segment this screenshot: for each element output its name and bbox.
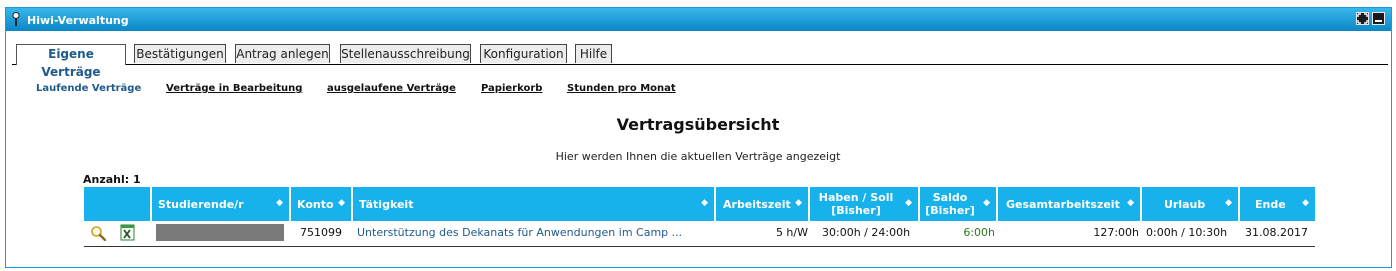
tab-bar: Eigene Verträge Bestätigungen Antrag anl… [12,44,1388,79]
subnav-stunden-pro-monat[interactable]: Stunden pro Monat [567,83,676,94]
column-header-konto[interactable]: Konto ◆ [291,187,351,221]
window-titlebar: Hiwi-Verwaltung [6,8,1391,31]
excel-export-icon[interactable] [120,224,136,245]
sort-icon: ◆ [276,198,283,208]
page-title: Vertragsübersicht [616,115,780,134]
sort-icon: ◆ [905,198,912,208]
cell-urlaub: 0:00h / 10:30h [1146,226,1228,239]
sort-icon: ◆ [983,198,990,208]
cell-haben-soll: 30:00h / 24:00h [822,226,911,239]
minimize-icon[interactable] [1372,12,1385,25]
column-header-taetigkeit[interactable]: Tätigkeit ◆ [353,187,714,221]
column-header-gesamtarbeitszeit[interactable]: Gesamtarbeitszeit ◆ [998,187,1140,221]
cell-saldo: 6:00h [963,226,995,239]
cell-arbeitszeit: 5 h/W [775,226,808,239]
subnav-papierkorb[interactable]: Papierkorb [481,83,542,94]
cell-konto: 751099 [300,226,342,239]
subnav-laufende-vertraege[interactable]: Laufende Verträge [36,83,141,94]
column-header-urlaub[interactable]: Urlaub ◆ [1142,187,1238,221]
subnav-ausgelaufene-vertraege[interactable]: ausgelaufene Verträge [327,83,456,94]
sort-icon: ◆ [338,198,345,208]
column-header-haben-soll[interactable]: Haben / Soll [Bisher] ◆ [810,187,918,221]
cell-ende: 31.08.2017 [1245,226,1308,239]
column-header-saldo[interactable]: Saldo [Bisher] ◆ [920,187,996,221]
student-name-redacted [156,224,284,241]
tab-bestaetigungen[interactable]: Bestätigungen [134,44,226,63]
tab-hilfe[interactable]: Hilfe [575,44,612,63]
tab-konfiguration[interactable]: Konfiguration [480,44,567,63]
cell-gesamtarbeitszeit: 127:00h [1093,226,1139,239]
pin-icon[interactable] [12,12,20,26]
tab-eigene-vertraege[interactable]: Eigene Verträge [16,44,126,79]
tab-stellenausschreibung[interactable]: Stellenausschreibung [340,44,471,63]
column-header-arbeitszeit[interactable]: Arbeitszeit ◆ [716,187,808,221]
contract-count: Anzahl: 1 [83,173,141,186]
subnav-vertraege-in-bearbeitung[interactable]: Verträge in Bearbeitung [166,83,302,94]
view-details-icon[interactable] [90,225,107,245]
maximize-icon[interactable] [1356,12,1369,25]
column-header-studierende[interactable]: Studierende/r ◆ [152,187,289,221]
sort-icon: ◆ [795,198,802,208]
window-title: Hiwi-Verwaltung [27,14,129,27]
table-row: 751099 Unterstützung des Dekanats für An… [84,221,1315,247]
sort-icon: ◆ [701,198,708,208]
sort-icon: ◆ [1127,198,1134,208]
page-subtitle: Hier werden Ihnen die aktuellen Verträge… [555,150,841,163]
column-header-ende[interactable]: Ende ◆ [1240,187,1315,221]
tab-antrag-anlegen[interactable]: Antrag anlegen [235,44,330,63]
sort-icon: ◆ [1302,198,1309,208]
table-header-actions [84,187,150,221]
cell-taetigkeit-link[interactable]: Unterstützung des Dekanats für Anwendung… [357,226,682,239]
sort-icon: ◆ [1225,198,1232,208]
